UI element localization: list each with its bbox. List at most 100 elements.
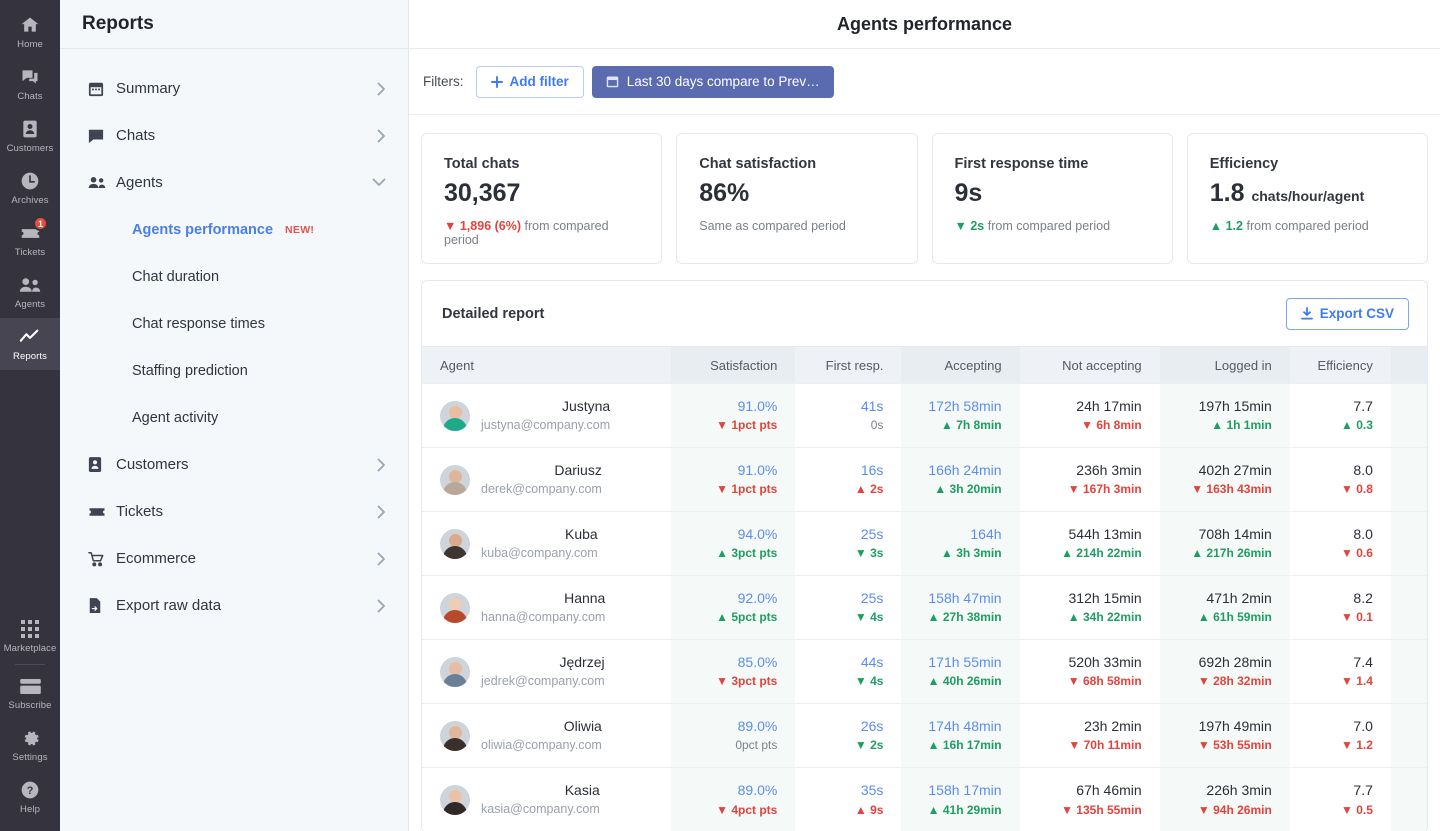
rail-item-help[interactable]: ? Help [0, 771, 60, 823]
export-csv-button[interactable]: Export CSV [1285, 297, 1409, 330]
date-range-filter-button[interactable]: Last 30 days compare to Prev… [591, 65, 834, 98]
cell-value[interactable]: 25s [795, 589, 884, 607]
kpi-delta-suffix: from compared period [1246, 219, 1369, 234]
cell-satisfaction: 92.0% ▲ 5pct pts [671, 575, 796, 640]
rail-item-customers[interactable]: Customers [0, 110, 60, 162]
column-header-agent[interactable]: Agent [422, 346, 672, 384]
cell-value[interactable]: 158h 17min [901, 781, 1001, 799]
cell-value[interactable]: 35s [795, 781, 884, 799]
rail-item-marketplace[interactable]: Marketplace [0, 610, 60, 662]
cell-delta: ▼ 68h 58min [1067, 674, 1142, 689]
content-scroll-area[interactable]: Total chats 30,367 ▼ 1,896 (6%) from com… [409, 115, 1440, 831]
cell-value[interactable]: 166h 24min [901, 461, 1001, 479]
avatar [440, 784, 470, 815]
rail-item-settings[interactable]: Settings [0, 719, 60, 771]
kpi-value: 86% [699, 179, 750, 207]
kpi-card-chat-satisfaction: Chat satisfaction 86% Same as compared p… [676, 133, 918, 264]
sidebar-item-summary[interactable]: Summary [60, 65, 408, 112]
column-header-satisfaction[interactable]: Satisfaction [671, 346, 796, 384]
sidebar-subitem-agents-performance[interactable]: Agents performance NEW! [60, 206, 408, 253]
cell-value[interactable]: 91.0% [671, 397, 778, 415]
cell-value[interactable]: 94.0% [671, 525, 778, 543]
cell-delta: ▼ 1pct pts [716, 418, 778, 433]
table-row[interactable]: Oliwia oliwia@company.com 89.0% 0pct pts 26s… [422, 703, 1427, 768]
cell-value[interactable]: 171h 55min [901, 653, 1001, 671]
cell-value[interactable]: 44s [795, 653, 884, 671]
sidebar-subitem-chat-duration[interactable]: Chat duration [60, 253, 408, 300]
cell-satisfaction: 91.0% ▼ 1pct pts [671, 383, 796, 448]
table-body: Justyna justyna@company.com 91.0% ▼ 1pct pt… [422, 383, 1427, 831]
cell-value: 236h 3min [1076, 462, 1142, 479]
sidebar-item-ecommerce[interactable]: Ecommerce [60, 535, 408, 582]
add-filter-button[interactable]: Add filter [475, 65, 584, 98]
cell-value[interactable]: 91.0% [671, 461, 778, 479]
cell-value[interactable]: 85.0% [671, 653, 778, 671]
table-row[interactable]: Justyna justyna@company.com 91.0% ▼ 1pct pt… [422, 383, 1427, 448]
cell-value[interactable]: 174h 48min [901, 717, 1001, 735]
cell-value[interactable]: 89.0% [671, 717, 778, 735]
sidebar-item-agents[interactable]: Agents [60, 159, 408, 206]
sidebar-subitem-label: Chat duration [132, 268, 220, 285]
cell-value[interactable]: 26s [795, 717, 884, 735]
cell-value[interactable]: 25s [795, 525, 884, 543]
sidebar-subitem-label: Staffing prediction [132, 362, 248, 379]
kpi-card-group: Total chats 30,367 ▼ 1,896 (6%) from com… [421, 115, 1428, 264]
rail-item-archives[interactable]: Archives [0, 162, 60, 214]
table-row[interactable]: Hanna hanna@company.com 92.0% ▲ 5pct pts 25s… [422, 575, 1427, 640]
column-header-logged-in[interactable]: Logged in [1159, 346, 1290, 384]
cell-delta: ▲ 214h 22min [1061, 546, 1142, 561]
sidebar-item-chats[interactable]: Chats [60, 112, 408, 159]
sidebar-item-customers[interactable]: Customers [60, 441, 408, 488]
cell-value[interactable]: 164h [901, 525, 1001, 543]
column-header-first-resp[interactable]: First resp. [795, 346, 902, 384]
agent-email: hanna@company.com [481, 610, 606, 624]
cell-value[interactable]: 16s [795, 461, 884, 479]
marketplace-grid-icon [21, 619, 39, 640]
table-row[interactable]: Dariusz derek@company.com 91.0% ▼ 1pct pts 1… [422, 447, 1427, 512]
rail-divider [15, 664, 45, 665]
new-badge: NEW! [285, 223, 315, 236]
kpi-label: First response time [954, 156, 1089, 172]
column-header-efficiency[interactable]: Efficiency [1289, 346, 1391, 384]
kpi-delta-value: 1,896 (6%) [459, 219, 522, 234]
rail-item-chats[interactable]: Chats [0, 58, 60, 110]
sidebar-item-tickets[interactable]: Tickets [60, 488, 408, 535]
cell-value[interactable]: 158h 47min [901, 589, 1001, 607]
cell-accepting: 166h 24min ▲ 3h 20min [901, 447, 1020, 512]
cell-delta: ▼ 94h 26min [1197, 802, 1272, 817]
cell-value[interactable]: 41s [795, 397, 884, 415]
rail-label: Subscribe [8, 699, 52, 711]
rail-item-subscribe[interactable]: Subscribe [0, 667, 60, 719]
rail-item-agents[interactable]: Agents [0, 266, 60, 318]
rail-item-home[interactable]: Home [0, 6, 60, 58]
column-header-accepting[interactable]: Accepting [901, 346, 1020, 384]
cell-value[interactable]: 89.0% [671, 781, 778, 799]
rail-item-tickets[interactable]: 1 Tickets [0, 214, 60, 266]
table-row[interactable]: Kuba kuba@company.com 94.0% ▲ 3pct pts 25s ▼ … [422, 511, 1427, 576]
sidebar-subitem-agent-activity[interactable]: Agent activity [60, 394, 408, 441]
cell-value[interactable]: 172h 58min [901, 397, 1001, 415]
sidebar-subitem-label: Agent activity [132, 409, 219, 426]
agent-name: Hanna [564, 590, 606, 606]
cell-value: 197h 49min [1198, 718, 1272, 735]
sidebar-subitem-staffing-prediction[interactable]: Staffing prediction [60, 347, 408, 394]
cell-not-accepting: 544h 13min ▲ 214h 22min [1019, 511, 1160, 576]
export-csv-label: Export CSV [1319, 306, 1394, 321]
cell-value[interactable]: 92.0% [671, 589, 778, 607]
sidebar-item-export-raw-data[interactable]: Export raw data [60, 582, 408, 629]
cell-delta: ▲ 34h 22min [1067, 610, 1142, 625]
cell-value: 226h 3min [1206, 782, 1272, 799]
table-row[interactable]: Kasia kasia@company.com 89.0% ▼ 4pct pts 35s… [422, 767, 1427, 831]
cell-delta: 0pct pts [735, 738, 778, 753]
table-row[interactable]: Jędrzej jedrek@company.com 85.0% ▼ 3pct pts… [422, 639, 1427, 704]
rail-item-reports[interactable]: Reports [0, 318, 60, 370]
cell-delta: ▲ 0.3 [1340, 418, 1373, 433]
cell-efficiency: 8.0 ▼ 0.8 [1289, 447, 1391, 512]
sidebar-subitem-chat-response-times[interactable]: Chat response times [60, 300, 408, 347]
column-header-not-accepting[interactable]: Not accepting [1019, 346, 1160, 384]
column-header-spacer [1390, 346, 1427, 384]
rail-label: Help [20, 803, 40, 815]
cell-delta: ▲ 7h 8min [940, 418, 1002, 433]
cell-delta: ▲ 61h 59min [1197, 610, 1272, 625]
cell-first-resp-: 25s ▼ 4s [795, 575, 902, 640]
